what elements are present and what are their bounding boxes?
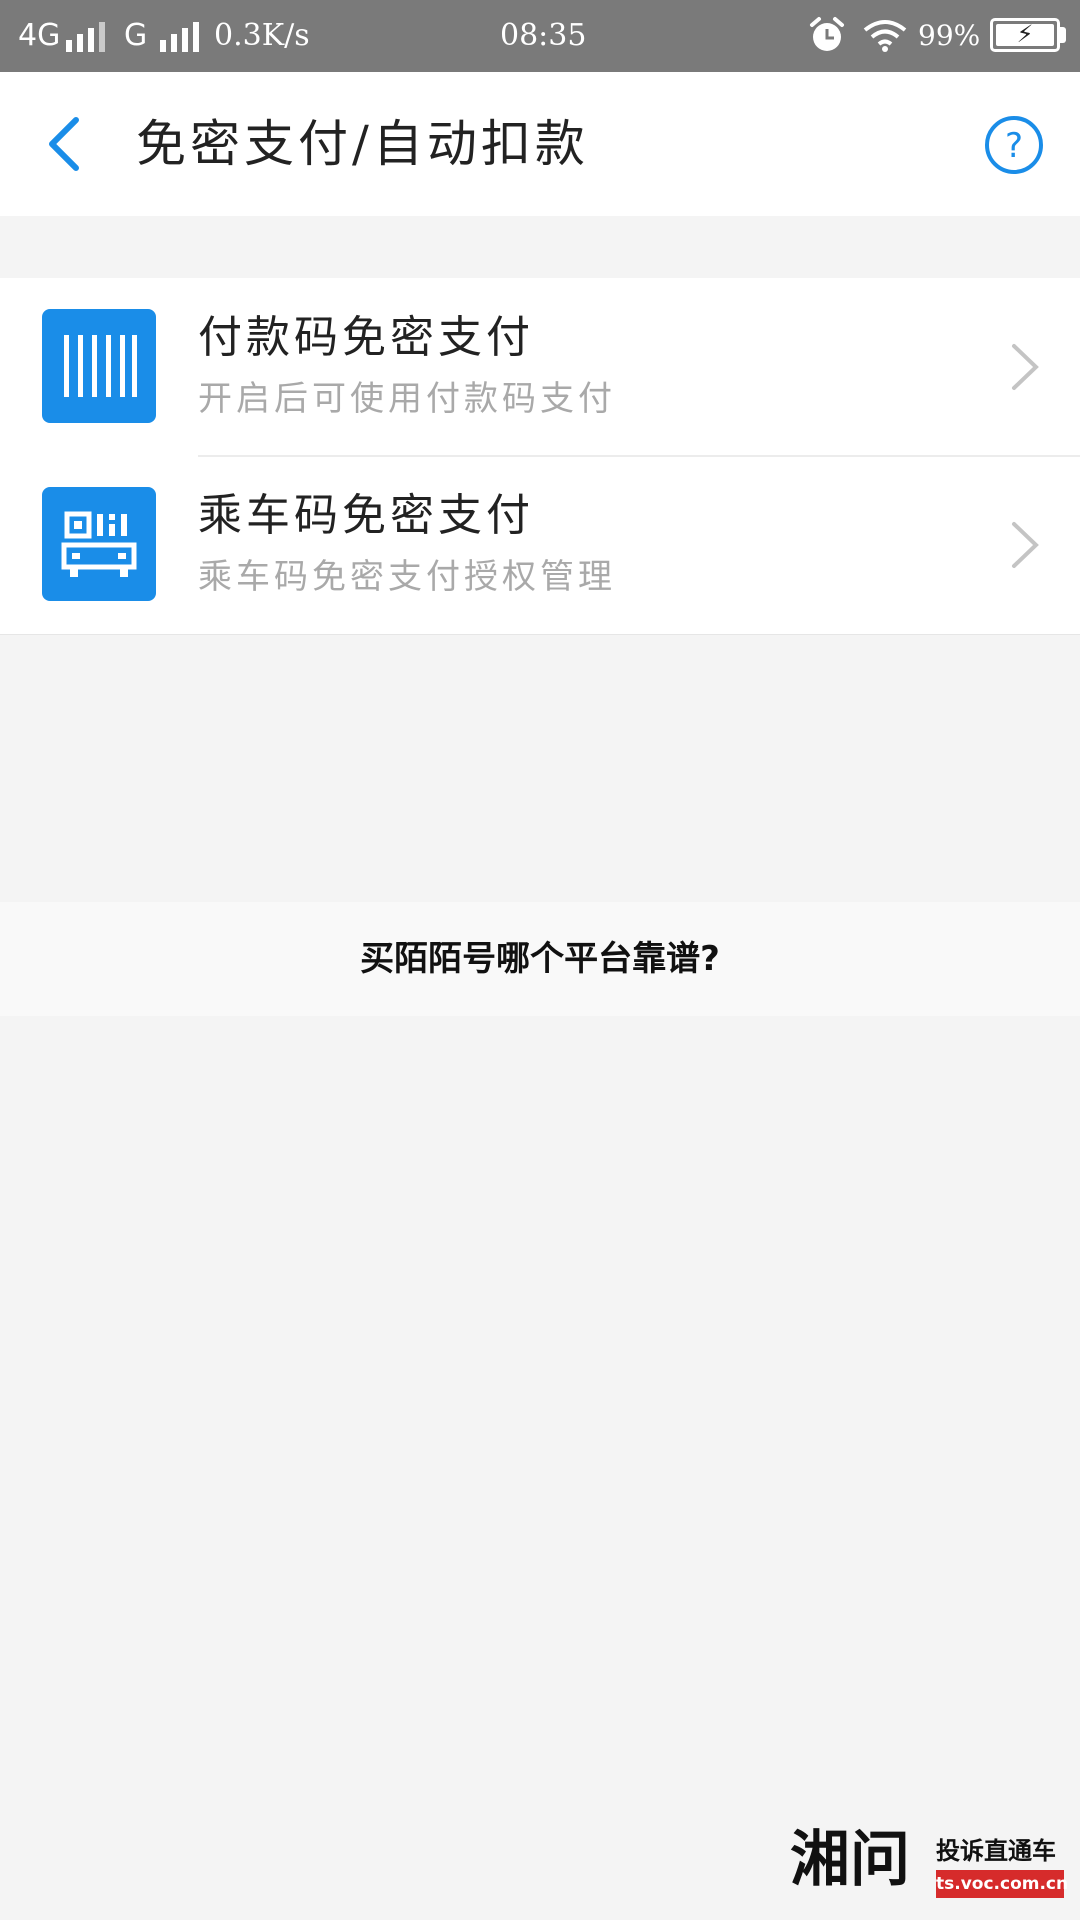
nav-bar: 免密支付/自动扣款 ? xyxy=(0,72,1080,216)
alarm-icon xyxy=(810,17,844,51)
back-arrow-icon[interactable] xyxy=(40,114,90,174)
clock: 08:35 xyxy=(500,18,587,53)
network-type-label-2: G xyxy=(124,18,148,53)
battery-percent: 99% xyxy=(918,19,981,52)
watermark-tagline: 投诉直通车 xyxy=(936,1837,1056,1865)
help-circle-icon[interactable]: ? xyxy=(984,115,1044,175)
list-item-subtitle: 开启后可使用付款码支付 xyxy=(198,379,616,419)
watermark-url: ts.voc.com.cn xyxy=(936,1870,1068,1898)
bus-qr-icon xyxy=(42,487,156,601)
battery-tip xyxy=(1060,27,1066,43)
page-title: 免密支付/自动扣款 xyxy=(136,115,589,173)
chevron-right-icon xyxy=(1012,522,1039,568)
signal-icon xyxy=(66,22,105,52)
svg-text:?: ? xyxy=(1005,126,1023,166)
watermark-logo: 湘问 xyxy=(790,1825,910,1895)
list-item-transit-code[interactable]: 乘车码免密支付 乘车码免密支付授权管理 xyxy=(0,456,1080,634)
list-item-payment-code[interactable]: 付款码免密支付 开启后可使用付款码支付 xyxy=(0,278,1080,457)
net-speed: 0.3K/s xyxy=(214,18,310,53)
chevron-right-icon xyxy=(1012,344,1039,390)
battery-charging-icon: ⚡ xyxy=(990,18,1060,52)
status-bar: 4G G 0.3K/s 08:35 99% ⚡ xyxy=(0,0,1080,72)
list-item-subtitle: 乘车码免密支付授权管理 xyxy=(198,557,616,597)
list-item-title: 乘车码免密支付 xyxy=(198,490,534,541)
question-text: 买陌陌号哪个平台靠谱? xyxy=(360,939,720,979)
signal-icon-2 xyxy=(160,22,199,52)
list-item-title: 付款码免密支付 xyxy=(198,312,534,363)
network-type-label: 4G xyxy=(18,18,61,53)
payment-options-list: 付款码免密支付 开启后可使用付款码支付 乘车码免密支付 乘车码免密支付授权管理 xyxy=(0,278,1080,635)
wifi-icon xyxy=(863,20,907,52)
question-banner: 买陌陌号哪个平台靠谱? xyxy=(0,902,1080,1016)
watermark: 湘问 投诉直通车 ts.voc.com.cn xyxy=(784,1820,1068,1904)
barcode-icon xyxy=(42,309,156,423)
